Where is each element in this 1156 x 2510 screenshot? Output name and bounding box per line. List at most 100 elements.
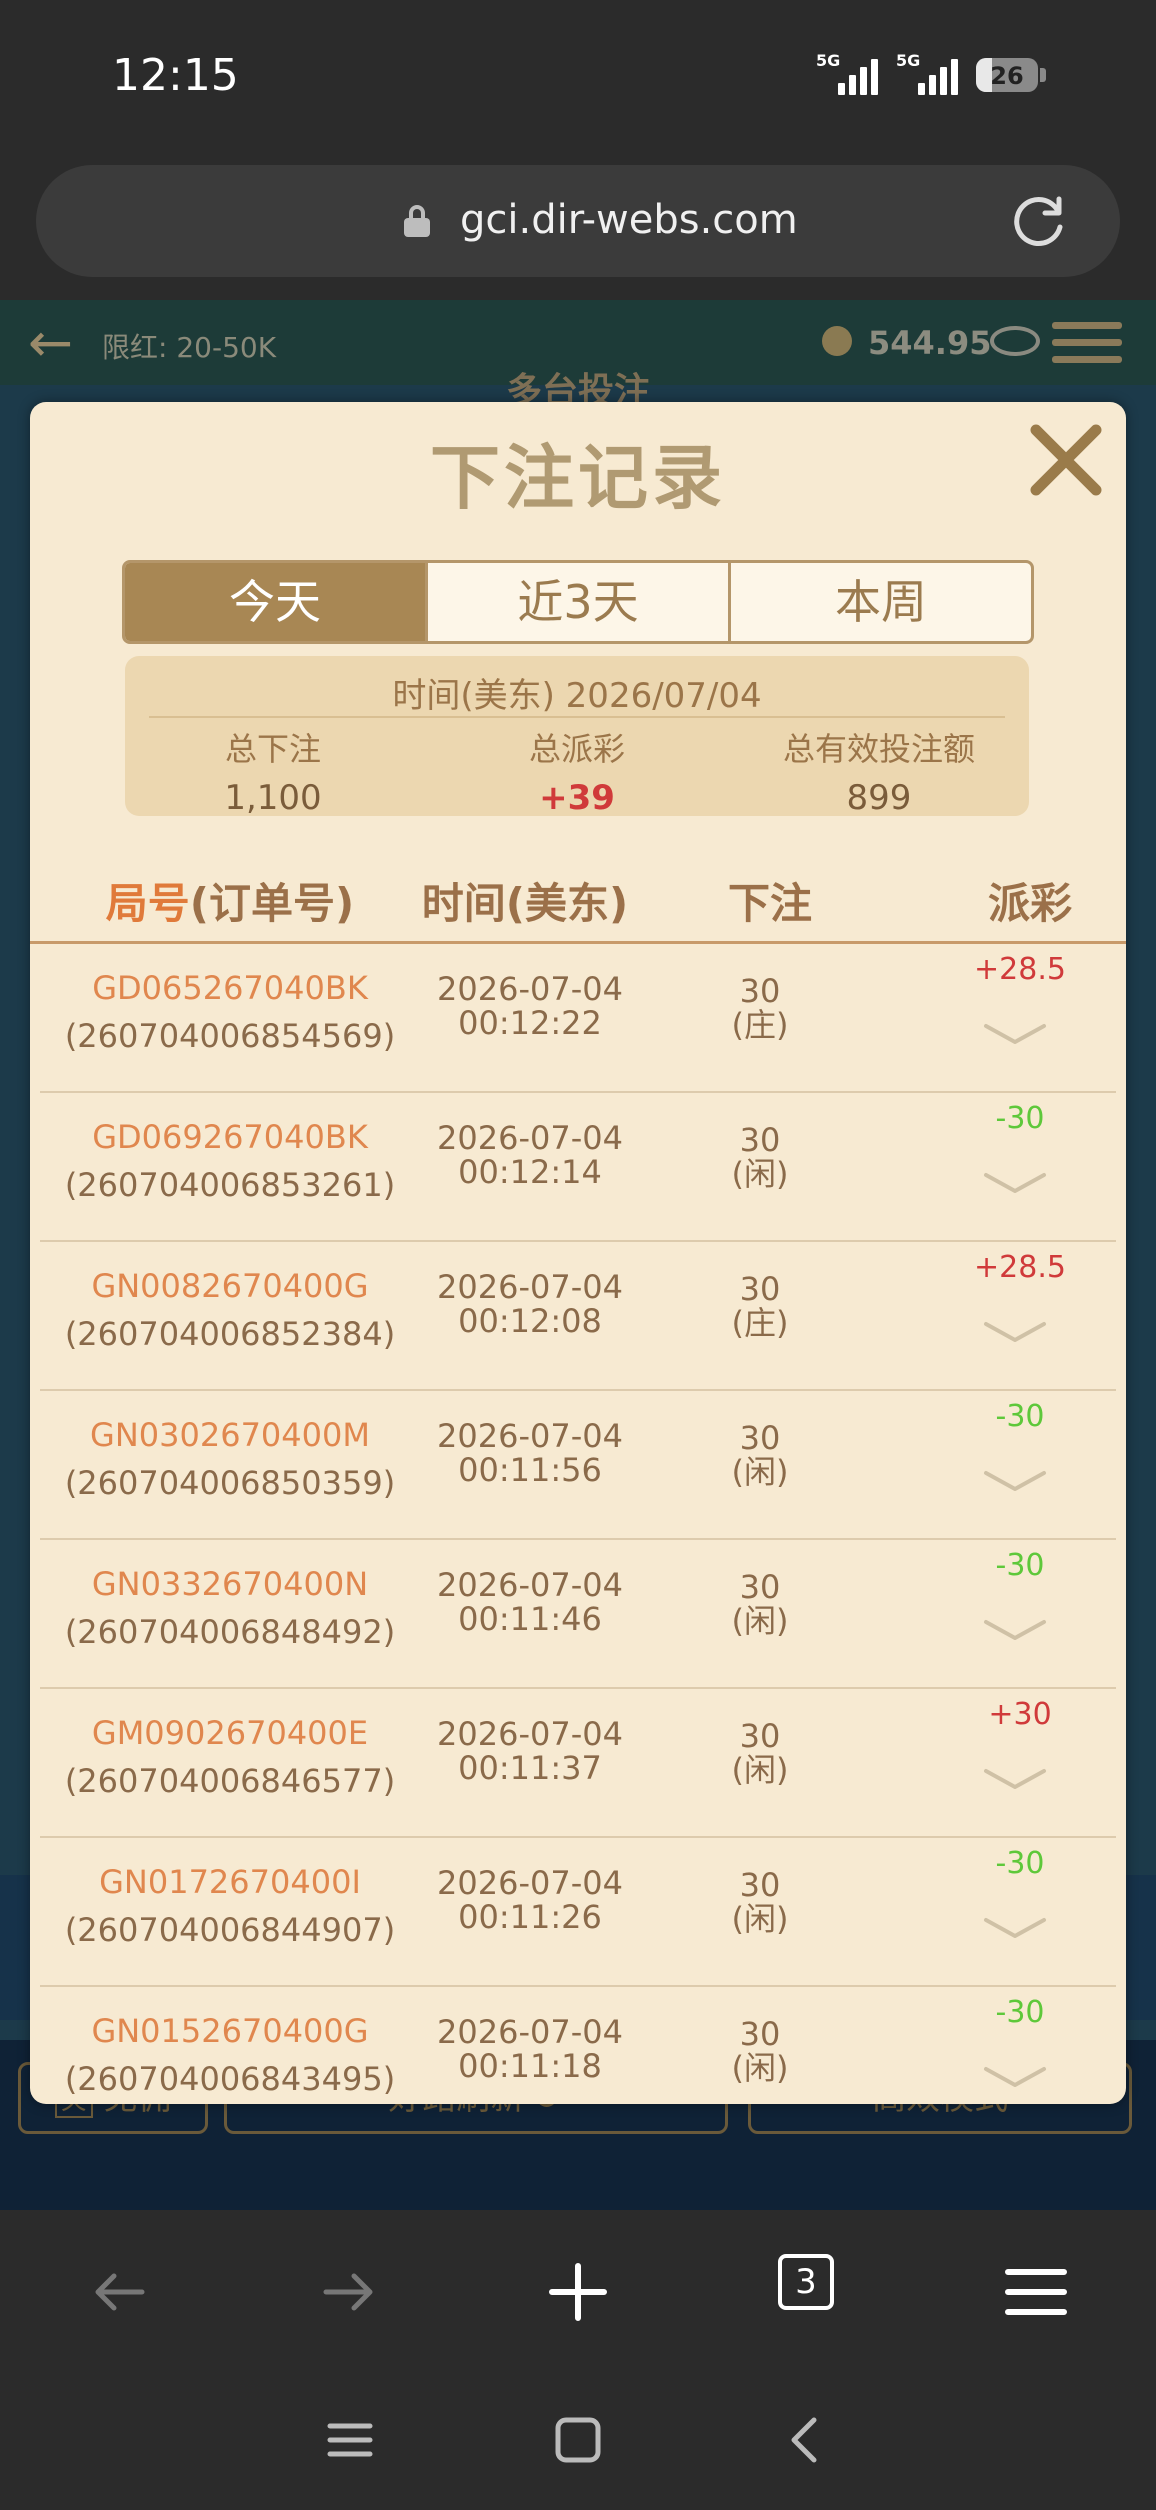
tab-this-week[interactable]: 本周 [731, 563, 1031, 641]
column-id-rest: (订单号) [189, 879, 355, 928]
record-clock: 00:11:56 [458, 1451, 602, 1489]
bet-amount: 30 [739, 1419, 781, 1457]
battery-level: 26 [990, 62, 1024, 90]
chevron-down-icon[interactable] [980, 2061, 1050, 2091]
total-payout-label: 总派彩 [528, 730, 625, 768]
record-bet: 30 (闲) [680, 1421, 840, 1489]
modal-title: 下注记录 [430, 437, 726, 519]
back-icon[interactable] [82, 2254, 158, 2330]
column-bet: 下注 [727, 879, 812, 928]
reload-icon[interactable] [1012, 193, 1068, 249]
record-bet: 30 (庄) [680, 974, 840, 1042]
column-time: 时间(美东) [421, 879, 629, 928]
record-ids: GM0902670400E (260704006846577) [40, 1709, 420, 1805]
record-ids: GD069267040BK (260704006853261) [40, 1113, 420, 1209]
tab-today[interactable]: 今天 [125, 563, 428, 641]
payout-value: -30 [995, 1101, 1045, 1136]
bet-record-row[interactable]: GM0902670400E (260704006846577) 2026-07-04… [40, 1689, 1116, 1838]
payout-value: +28.5 [974, 952, 1066, 987]
chevron-down-icon[interactable] [980, 1018, 1050, 1048]
total-valid-bet: 总有效投注额 899 [729, 724, 1029, 818]
chevron-down-icon[interactable] [980, 1167, 1050, 1197]
close-icon[interactable] [1026, 420, 1106, 500]
column-payout: 派彩 [987, 879, 1072, 928]
balance: 544.95 [868, 324, 992, 362]
record-bet: 30 (闲) [680, 1868, 840, 1936]
bet-side: (闲) [731, 1900, 789, 1938]
total-payout-value: +39 [539, 778, 615, 818]
system-nav-bar [0, 2372, 1156, 2510]
bet-amount: 30 [739, 1270, 781, 1308]
order-id: (260704006850359) [64, 1464, 396, 1502]
system-back-icon[interactable] [768, 2402, 844, 2478]
summary-panel: 时间(美东) 2026/07/04 总下注 1,100 总派彩 +39 总有效投… [123, 656, 1029, 818]
menu-icon[interactable] [998, 2254, 1074, 2330]
record-ids: GN0152670400G (260704006843495) [40, 2007, 420, 2103]
bet-side: (庄) [731, 1304, 789, 1342]
bet-amount: 30 [739, 1866, 781, 1904]
total-bet: 总下注 1,100 [123, 724, 423, 818]
chevron-down-icon[interactable] [980, 1465, 1050, 1495]
bet-record-row[interactable]: GN0302670400M (260704006850359) 2026-07-04… [40, 1391, 1116, 1540]
game-id: GM0902670400E [91, 1714, 369, 1752]
order-id: (260704006852384) [64, 1315, 396, 1353]
record-date: 2026-07-04 [437, 1566, 623, 1604]
address-bar[interactable]: gci.dir-webs.com [36, 165, 1120, 277]
bet-amount: 30 [739, 972, 781, 1010]
record-clock: 00:12:22 [458, 1004, 602, 1042]
record-clock: 00:12:14 [458, 1153, 602, 1191]
bet-amount: 30 [739, 2015, 781, 2053]
record-time: 2026-07-04 00:11:56 [410, 1419, 650, 1487]
bet-record-row[interactable]: GN0152670400G (260704006843495) 2026-07-04… [40, 1987, 1116, 2104]
order-id: (260704006854569) [64, 1017, 396, 1055]
order-id: (260704006853261) [64, 1166, 396, 1204]
bet-side: (庄) [731, 1006, 789, 1044]
record-date: 2026-07-04 [437, 1864, 623, 1902]
record-date: 2026-07-04 [437, 1119, 623, 1157]
date-range-tabs: 今天 近3天 本周 [122, 560, 1034, 644]
new-tab-icon[interactable] [540, 2254, 616, 2330]
total-valid-bet-label: 总有效投注额 [782, 730, 975, 768]
order-id: (260704006843495) [64, 2060, 396, 2098]
chevron-down-icon[interactable] [980, 1763, 1050, 1793]
chevron-down-icon[interactable] [980, 1614, 1050, 1644]
chevron-down-icon[interactable] [980, 1316, 1050, 1346]
record-time: 2026-07-04 00:11:37 [410, 1717, 650, 1785]
record-date: 2026-07-04 [437, 2013, 623, 2051]
tab-last-3-days[interactable]: 近3天 [428, 563, 731, 641]
bet-record-row[interactable]: GN0332670400N (260704006848492) 2026-07-04… [40, 1540, 1116, 1689]
forward-icon[interactable] [310, 2254, 386, 2330]
recent-apps-icon[interactable] [312, 2402, 388, 2478]
order-id: (260704006844907) [64, 1911, 396, 1949]
record-ids: GN0302670400M (260704006850359) [40, 1411, 420, 1507]
column-id: 局号(订单号) [60, 870, 400, 931]
column-id-accent: 局号 [105, 879, 190, 928]
bet-record-row[interactable]: GD065267040BK (260704006854569) 2026-07-04… [40, 944, 1116, 1093]
status-time: 12:15 [112, 50, 239, 101]
bet-limit: 限红: 20-50K [102, 331, 277, 364]
bet-amount: 30 [739, 1568, 781, 1606]
url-text[interactable]: gci.dir-webs.com [460, 197, 798, 243]
bet-record-row[interactable]: GN0172670400I (260704006844907) 2026-07-04… [40, 1838, 1116, 1987]
chevron-down-icon[interactable] [980, 1912, 1050, 1942]
tab-switcher-icon[interactable]: 3 [778, 2254, 834, 2310]
record-clock: 00:11:18 [458, 2047, 602, 2085]
record-date: 2026-07-04 [437, 970, 623, 1008]
home-icon[interactable] [540, 2402, 616, 2478]
payout-value: -30 [995, 1548, 1045, 1583]
total-bet-value: 1,100 [224, 778, 322, 818]
bet-record-modal: 下注记录 今天 近3天 本周 时间(美东) 2026/07/04 总下注 1,1… [30, 402, 1126, 2104]
record-bet: 30 (闲) [680, 1123, 840, 1191]
game-id: GN0082670400G [91, 1267, 369, 1305]
game-id: GN0172670400I [99, 1863, 361, 1901]
status-bar: 12:15 5G 5G 26 [0, 0, 1156, 150]
game-id: GN0332670400N [91, 1565, 369, 1603]
bet-record-row[interactable]: GN0082670400G (260704006852384) 2026-07-04… [40, 1242, 1116, 1391]
eye-icon[interactable] [990, 326, 1040, 356]
payout-value: +28.5 [974, 1250, 1066, 1285]
bet-record-row[interactable]: GD069267040BK (260704006853261) 2026-07-04… [40, 1093, 1116, 1242]
record-date: 2026-07-04 [437, 1417, 623, 1455]
record-ids: GN0172670400I (260704006844907) [40, 1858, 420, 1954]
total-bet-label: 总下注 [224, 730, 321, 768]
record-date: 2026-07-04 [437, 1268, 623, 1306]
